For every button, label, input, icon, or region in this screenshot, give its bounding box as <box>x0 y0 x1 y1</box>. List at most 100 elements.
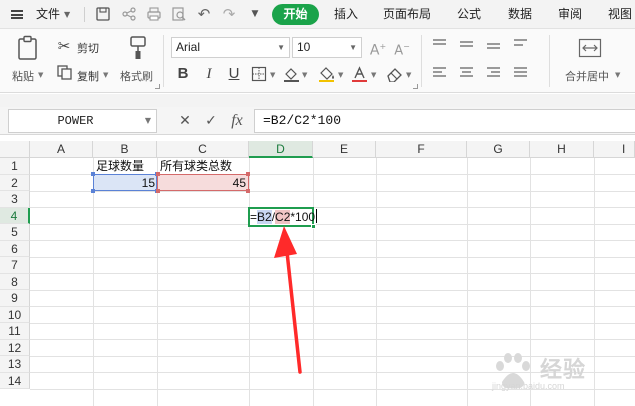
ribbon-divider <box>421 35 422 87</box>
clear-chevron-down-icon[interactable]: ▼ <box>406 71 411 79</box>
font-size-select[interactable]: 10 ▼ <box>292 37 362 58</box>
paint-bucket-chevron-down-icon[interactable]: ▼ <box>338 71 343 79</box>
gridline <box>30 289 635 291</box>
more-icon[interactable]: ▼ <box>247 6 263 22</box>
toolbar-divider <box>84 7 85 22</box>
fill-color-chevron-down-icon[interactable]: ▼ <box>302 71 307 79</box>
formula-bar: POWER ▼ ✕ ✓ fx =B2/C2*100 <box>0 107 635 135</box>
row-header-12[interactable]: 12 <box>0 339 30 356</box>
row-header-13[interactable]: 13 <box>0 356 30 373</box>
hamburger-menu-icon[interactable] <box>11 10 23 19</box>
gridline <box>157 158 158 406</box>
row-header-3[interactable]: 3 <box>0 191 30 208</box>
column-header-b[interactable]: B <box>93 141 157 158</box>
copy-label[interactable]: 复制 <box>77 68 99 84</box>
fill-color-icon[interactable] <box>283 66 300 82</box>
column-header-g[interactable]: G <box>467 141 530 158</box>
italic-button[interactable]: I <box>202 65 216 83</box>
tab-page-layout[interactable]: 页面布局 <box>383 0 431 29</box>
font-name-chevron-down-icon[interactable]: ▼ <box>277 38 285 57</box>
clipboard-dialog-launcher-icon[interactable] <box>155 84 160 89</box>
font-color-icon[interactable] <box>351 66 368 82</box>
row-header-2[interactable]: 2 <box>0 174 30 191</box>
increase-font-size-icon[interactable]: A+ <box>369 38 387 60</box>
redo-icon[interactable]: ↷ <box>221 6 237 22</box>
column-header-c[interactable]: C <box>157 141 249 158</box>
row-header-9[interactable]: 9 <box>0 290 30 307</box>
decrease-font-size-icon[interactable]: A− <box>393 38 411 60</box>
column-header-f[interactable]: F <box>376 141 467 158</box>
tab-data[interactable]: 数据 <box>508 0 532 29</box>
font-size-chevron-down-icon[interactable]: ▼ <box>349 38 357 57</box>
cut-label[interactable]: 剪切 <box>77 40 99 56</box>
format-painter-label[interactable]: 格式刷 <box>120 68 153 84</box>
insert-function-icon[interactable]: fx <box>226 111 248 131</box>
column-header-e[interactable]: E <box>313 141 376 158</box>
column-header-h[interactable]: H <box>530 141 594 158</box>
font-name-select[interactable]: Arial ▼ <box>171 37 290 58</box>
borders-icon[interactable] <box>251 66 267 82</box>
baidu-jingyan-watermark: 经验 jingyan.baidu.com <box>490 352 615 392</box>
row-header-14[interactable]: 14 <box>0 372 30 389</box>
print-icon[interactable] <box>146 6 162 22</box>
cut-icon[interactable]: ✂ <box>55 37 73 55</box>
ribbon-divider <box>549 35 550 87</box>
save-icon[interactable] <box>95 6 111 22</box>
name-box-chevron-down-icon[interactable]: ▼ <box>145 110 151 132</box>
tab-home[interactable]: 开始 <box>272 4 319 25</box>
row-header-5[interactable]: 5 <box>0 224 30 241</box>
tab-review[interactable]: 审阅 <box>558 0 582 29</box>
row-header-7[interactable]: 7 <box>0 257 30 274</box>
gridline <box>30 306 635 307</box>
undo-icon[interactable]: ↶ <box>196 6 212 22</box>
file-menu-chevron-down-icon[interactable]: ▼ <box>64 0 70 29</box>
enter-formula-icon[interactable]: ✓ <box>201 111 221 131</box>
ribbon: 粘贴 ▼ ✂ 剪切 复制 ▼ 格式刷 Arial ▼ 10 ▼ A+ A− B … <box>0 29 635 93</box>
merge-chevron-down-icon[interactable]: ▼ <box>615 71 620 79</box>
cell-c2[interactable]: 45 <box>157 175 246 191</box>
copy-icon[interactable] <box>57 65 72 80</box>
row-header-8[interactable]: 8 <box>0 273 30 290</box>
ref-c2-handle[interactable] <box>246 189 250 193</box>
underline-button[interactable]: U <box>227 65 241 83</box>
merge-center-icon[interactable] <box>578 38 602 58</box>
row-header-6[interactable]: 6 <box>0 240 30 257</box>
gridline <box>30 240 635 241</box>
bold-button[interactable]: B <box>176 65 190 83</box>
font-dialog-launcher-icon[interactable] <box>413 84 418 89</box>
column-header-i[interactable]: I <box>594 141 635 158</box>
name-box[interactable]: POWER ▼ <box>8 109 157 133</box>
paste-icon[interactable] <box>15 35 41 61</box>
cell-c1[interactable]: 所有球类总数 <box>160 158 232 174</box>
cancel-formula-icon[interactable]: ✕ <box>175 111 195 131</box>
tab-formulas[interactable]: 公式 <box>457 0 481 29</box>
file-menu[interactable]: 文件 <box>36 0 60 29</box>
paint-bucket-icon[interactable] <box>318 66 336 82</box>
row-header-11[interactable]: 11 <box>0 323 30 340</box>
borders-chevron-down-icon[interactable]: ▼ <box>270 71 275 79</box>
paste-label[interactable]: 粘贴 <box>12 68 34 84</box>
row-header-4[interactable]: 4 <box>0 207 30 224</box>
cell-b2[interactable]: 15 <box>93 175 155 191</box>
column-header-a[interactable]: A <box>30 141 93 158</box>
share-icon[interactable] <box>121 6 137 22</box>
gridline <box>30 256 635 258</box>
copy-chevron-down-icon[interactable]: ▼ <box>103 71 108 79</box>
tab-insert[interactable]: 插入 <box>334 0 358 29</box>
name-box-value: POWER <box>57 114 94 128</box>
select-all-corner[interactable] <box>0 141 30 158</box>
format-painter-icon[interactable] <box>127 35 149 61</box>
clear-eraser-icon[interactable] <box>386 66 404 82</box>
print-preview-icon[interactable] <box>171 6 187 22</box>
cell-b1[interactable]: 足球数量 <box>96 158 144 174</box>
gridline <box>313 158 314 406</box>
column-header-d[interactable]: D <box>249 141 313 158</box>
merge-center-label[interactable]: 合并居中 <box>565 68 609 84</box>
row-header-10[interactable]: 10 <box>0 306 30 323</box>
row-header-1[interactable]: 1 <box>0 158 30 175</box>
font-color-chevron-down-icon[interactable]: ▼ <box>371 71 376 79</box>
tab-view[interactable]: 视图 <box>608 0 632 29</box>
paste-chevron-down-icon[interactable]: ▼ <box>38 71 43 79</box>
formula-input[interactable]: =B2/C2*100 <box>254 109 635 133</box>
ref-c2-handle[interactable] <box>246 172 250 176</box>
